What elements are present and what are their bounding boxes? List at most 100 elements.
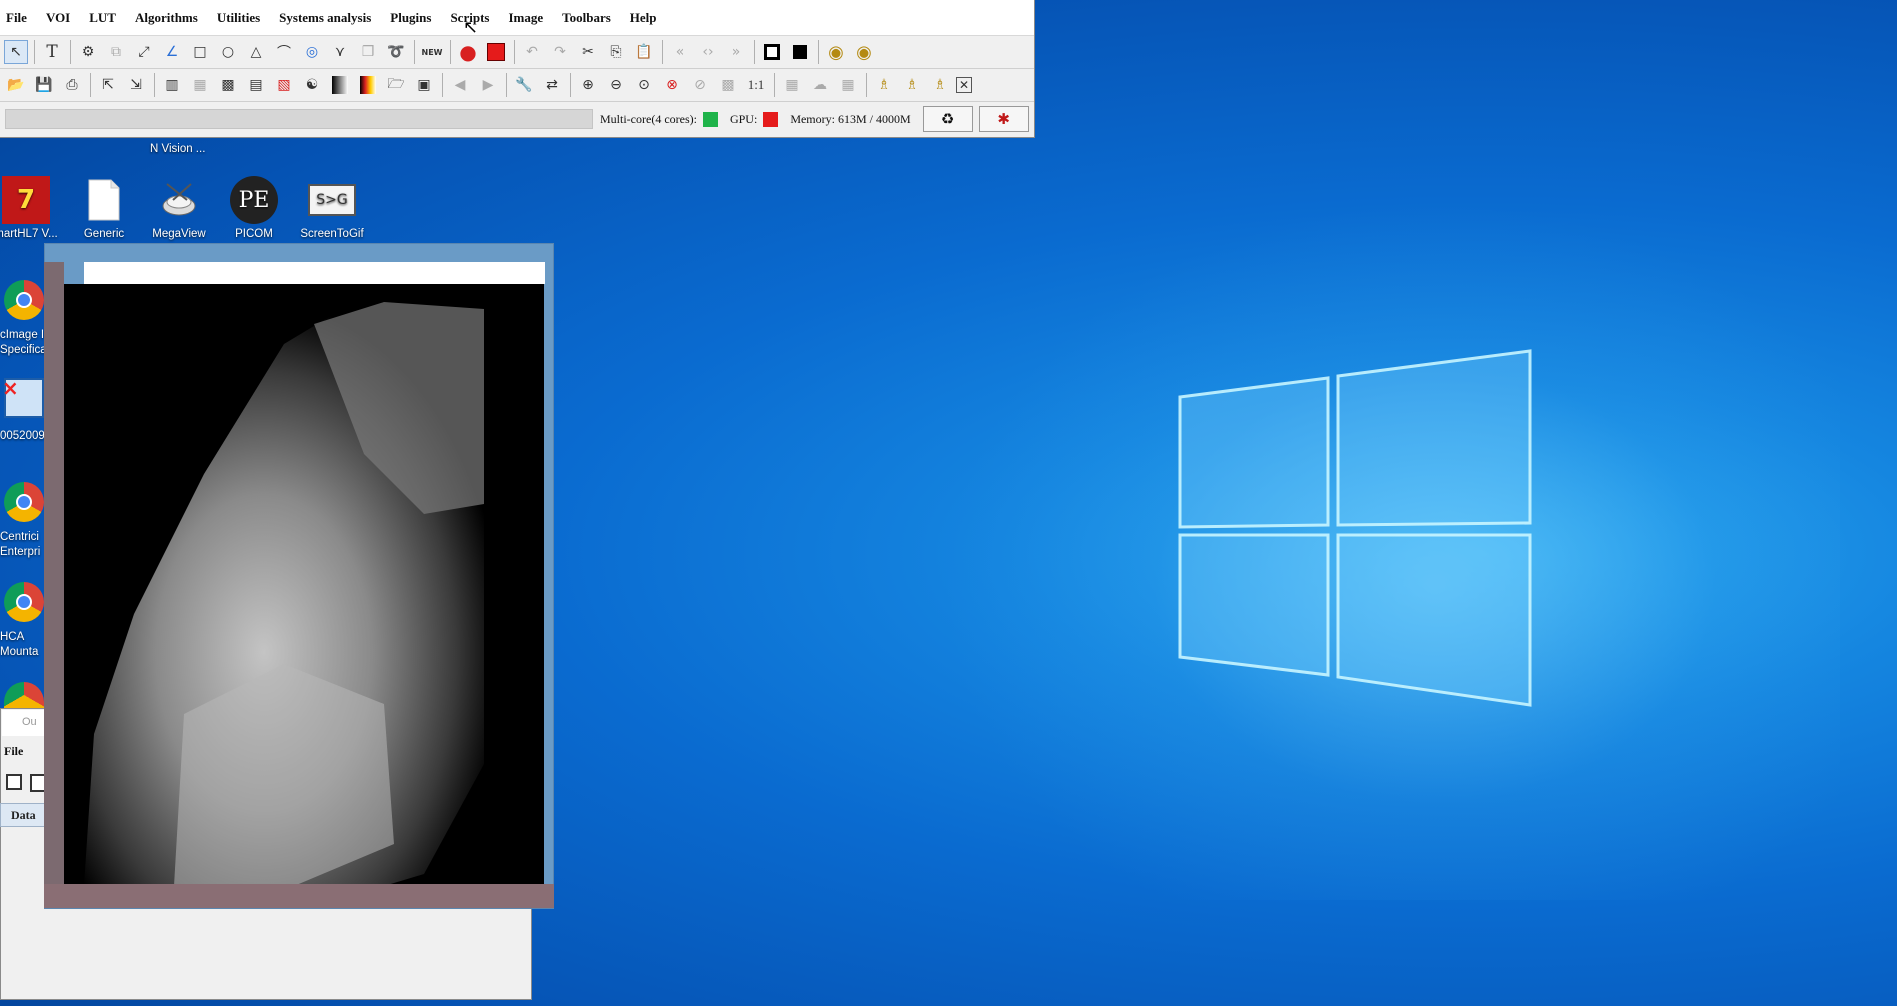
lamp2-icon[interactable]: ♗ <box>900 73 924 97</box>
mask-icon[interactable]: ▦ <box>188 73 212 97</box>
cloud-icon[interactable]: ☁ <box>808 73 832 97</box>
menu-algorithms[interactable]: Algorithms <box>135 10 198 26</box>
stop-icon[interactable]: ● <box>456 40 480 64</box>
lut3-icon[interactable]: ▧ <box>272 73 296 97</box>
save-icon[interactable]: 💾 <box>32 73 56 97</box>
cube-icon[interactable]: ❒ <box>356 40 380 64</box>
chrome-icon[interactable] <box>4 482 44 522</box>
open-icon[interactable]: 📂 <box>4 73 28 97</box>
grid-icon[interactable]: ▩ <box>716 73 740 97</box>
lut-icon[interactable]: ▩ <box>216 73 240 97</box>
toolbar-separator <box>866 73 867 97</box>
paste-icon[interactable]: 📋 <box>632 40 656 64</box>
paint-icon[interactable]: ⚙ <box>76 40 100 64</box>
zoom-region-icon[interactable]: ⊗ <box>660 73 684 97</box>
ellipse-icon[interactable]: ○ <box>216 40 240 64</box>
text-icon[interactable]: T <box>40 40 64 64</box>
background-save-icon[interactable] <box>6 774 22 790</box>
lasso-icon[interactable]: ➰ <box>384 40 408 64</box>
document-icon <box>80 176 128 224</box>
export-icon[interactable]: ⇱ <box>96 73 120 97</box>
open-folder-icon[interactable]: 🗁 <box>384 73 408 97</box>
desktop-icon-megaview[interactable]: MegaView <box>141 176 217 240</box>
levelset-icon[interactable]: ⋎ <box>328 40 352 64</box>
target-icon[interactable]: ◎ <box>300 40 324 64</box>
coin-icon[interactable]: ◉ <box>852 40 876 64</box>
cut-icon[interactable]: ✂ <box>576 40 600 64</box>
chrome-icon[interactable] <box>4 682 44 708</box>
lamp3-icon[interactable]: ♗ <box>928 73 952 97</box>
image-canvas[interactable] <box>64 284 544 886</box>
one-to-one-icon[interactable]: 1:1 <box>744 73 768 97</box>
menu-systems-analysis[interactable]: Systems analysis <box>279 10 371 26</box>
lamp-icon[interactable]: ♗ <box>872 73 896 97</box>
import-icon[interactable]: ⇲ <box>124 73 148 97</box>
black-square-icon[interactable] <box>788 40 812 64</box>
menu-help[interactable]: Help <box>630 10 657 26</box>
copy-icon[interactable]: ⎘ <box>604 40 628 64</box>
polygon-icon[interactable]: △ <box>244 40 268 64</box>
undo-icon[interactable]: ↶ <box>520 40 544 64</box>
menu-toolbars[interactable]: Toolbars <box>562 10 611 26</box>
medical-image <box>64 284 544 886</box>
toolbar-separator <box>662 40 663 64</box>
protractor-icon[interactable]: ∠ <box>160 40 184 64</box>
print-icon[interactable]: ⎙ <box>60 73 84 97</box>
swap-icon[interactable]: ⇄ <box>540 73 564 97</box>
color-lut-icon[interactable] <box>356 73 380 97</box>
progress-bar <box>5 109 593 129</box>
chrome-icon[interactable] <box>4 582 44 622</box>
grayscale-icon[interactable] <box>328 73 352 97</box>
polyline-icon[interactable]: ⌒ <box>272 40 296 64</box>
menu-image[interactable]: Image <box>508 10 543 26</box>
desktop-icon-hl7[interactable]: 7 martHL7 V... <box>0 176 64 240</box>
color-swatch-icon[interactable] <box>484 40 508 64</box>
image-window-bottom-strip <box>44 884 554 908</box>
resize-icon[interactable]: ⤢ <box>132 40 156 64</box>
background-tab-data[interactable]: Data <box>0 803 46 827</box>
desktop-icon-label: Generic <box>83 228 125 240</box>
next-icon[interactable]: » <box>724 40 748 64</box>
pointer-icon[interactable]: ↖ <box>4 40 28 64</box>
next-slice-icon[interactable]: ▶ <box>476 73 500 97</box>
new-icon[interactable]: NEW <box>420 40 444 64</box>
tool-icon[interactable]: 🔧 <box>512 73 536 97</box>
yin-yang-icon[interactable]: ☯ <box>300 73 324 97</box>
menu-voi[interactable]: VOI <box>46 10 70 26</box>
close-icon[interactable]: ✕ <box>956 77 972 93</box>
forward-icon[interactable]: ‹› <box>696 40 720 64</box>
desktop-icon-picom[interactable]: PE PICOM <box>216 176 292 240</box>
background-file-menu[interactable]: File <box>4 744 23 759</box>
recycle-button[interactable]: ♻ <box>922 106 973 132</box>
shortcut-file-icon[interactable]: × <box>2 376 44 418</box>
prev-slice-icon[interactable]: ◀ <box>448 73 472 97</box>
bug-button[interactable]: ✱ <box>978 106 1029 132</box>
desktop-icon-screentogif[interactable]: S>G ScreenToGif <box>294 176 370 240</box>
rectangle-icon[interactable]: □ <box>188 40 212 64</box>
coin-icon[interactable]: ◉ <box>824 40 848 64</box>
app-main-window[interactable]: File VOI LUT Algorithms Utilities System… <box>0 0 1035 138</box>
background-window-title: Ou <box>2 710 48 736</box>
zoom-out-icon[interactable]: ⊖ <box>604 73 628 97</box>
redo-icon[interactable]: ↷ <box>548 40 572 64</box>
back-icon[interactable]: « <box>668 40 692 64</box>
histogram-icon[interactable]: ▥ <box>160 73 184 97</box>
menu-utilities[interactable]: Utilities <box>217 10 260 26</box>
save-image-icon[interactable]: ▣ <box>412 73 436 97</box>
megaview-icon <box>155 176 203 224</box>
chrome-icon[interactable] <box>4 280 44 320</box>
lut2-icon[interactable]: ▤ <box>244 73 268 97</box>
grid2-icon[interactable]: ▦ <box>836 73 860 97</box>
copy-region-icon[interactable]: ⧉ <box>104 40 128 64</box>
zoom-in-icon[interactable]: ⊕ <box>576 73 600 97</box>
menu-file[interactable]: File <box>6 10 27 26</box>
menu-lut[interactable]: LUT <box>89 10 116 26</box>
toolbar-separator <box>442 73 443 97</box>
menu-plugins[interactable]: Plugins <box>390 10 431 26</box>
swap-color-icon[interactable] <box>760 40 784 64</box>
tile-icon[interactable]: ▦ <box>780 73 804 97</box>
zoom-disabled-icon[interactable]: ⊘ <box>688 73 712 97</box>
zoom-fit-icon[interactable]: ⊙ <box>632 73 656 97</box>
image-window-titlebar[interactable] <box>84 262 545 284</box>
desktop-icon-generic[interactable]: Generic <box>66 176 142 240</box>
